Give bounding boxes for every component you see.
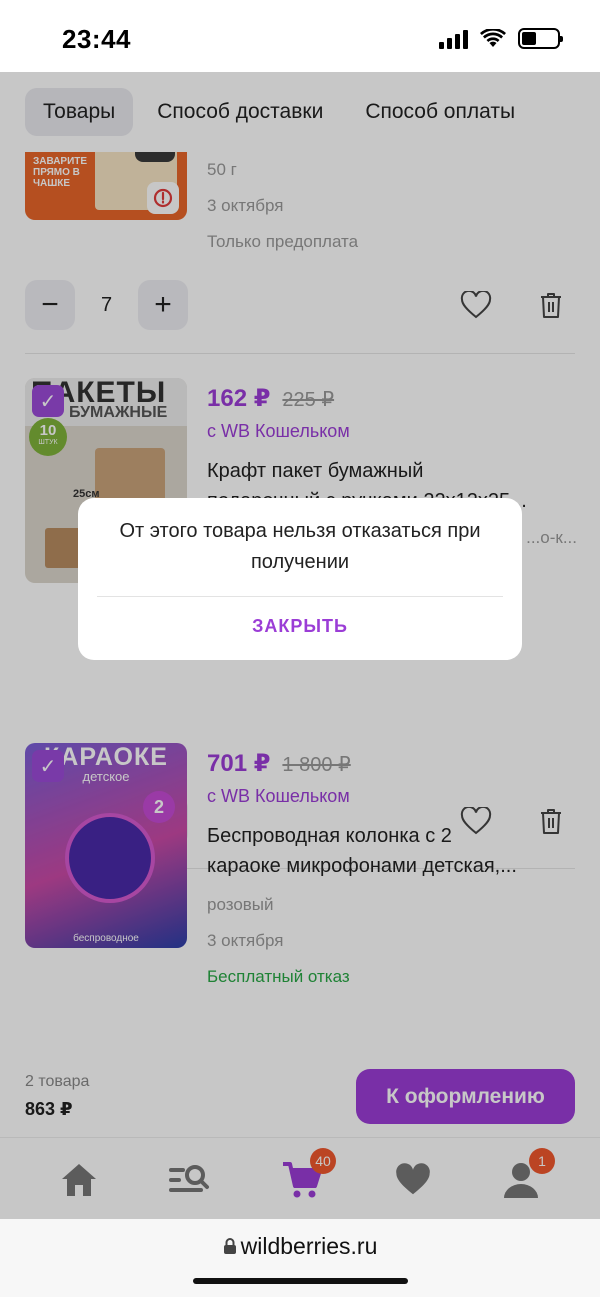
alert-dialog: От этого товара нельзя отказаться при по… [78,498,522,660]
url-domain: wildberries.ru [240,1233,378,1259]
alert-message: От этого товара нельзя отказаться при по… [119,520,481,573]
status-time: 23:44 [62,24,131,54]
battery-icon [518,28,563,49]
signal-icon [439,29,468,49]
close-button[interactable]: ЗАКРЫТЬ [78,616,522,637]
home-indicator [193,1278,408,1284]
url-field[interactable]: wildberries.ru [0,1233,600,1261]
status-bar: 23:44 [0,0,600,72]
status-icons [439,28,563,49]
alert-divider [97,596,503,597]
wifi-icon [480,28,506,47]
lock-icon [223,1234,237,1261]
browser-url-bar: wildberries.ru [0,1219,600,1297]
